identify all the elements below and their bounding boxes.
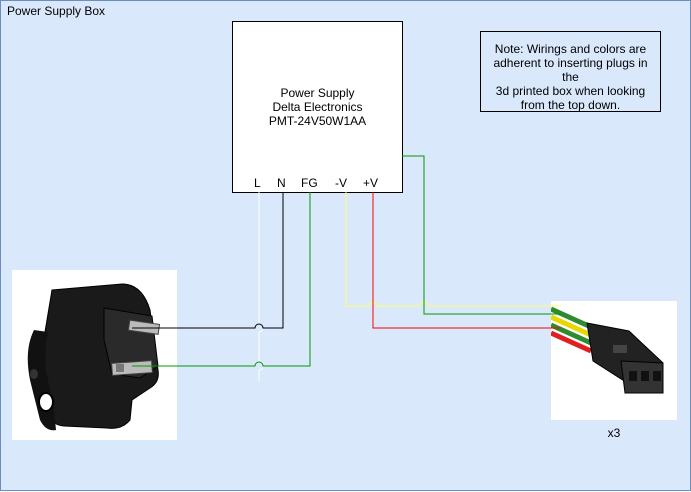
power-supply-line-3: PMT-24V50W1AA <box>268 114 367 128</box>
note-line-3: 3d printed box when looking <box>495 84 646 98</box>
note-line-1: Note: Wirings and colors are <box>494 42 647 56</box>
wire-positive <box>372 192 561 329</box>
note-line-2: adherent to inserting plugs in the <box>493 56 648 84</box>
note-box: Note: Wirings and colors are adherent to… <box>480 31 661 112</box>
pin-fg: FG <box>301 176 318 190</box>
ac-inlet-image <box>12 270 177 440</box>
pin-plus-v: +V <box>363 176 379 190</box>
pin-n: N <box>277 176 286 190</box>
frame-title: Power Supply Box <box>7 4 106 18</box>
note-line-4: from the top down. <box>520 98 621 112</box>
jst-connector-image <box>551 301 677 420</box>
diagram-canvas: Power Supply Box Power Supply Delta Elec… <box>0 0 691 491</box>
wire-live <box>258 192 264 381</box>
power-supply-box: Power Supply Delta Electronics PMT-24V50… <box>232 21 403 193</box>
pin-l: L <box>254 176 261 190</box>
connector-quantity: x3 <box>607 426 621 440</box>
pin-minus-v: -V <box>335 176 347 190</box>
wire-negative <box>345 192 561 307</box>
power-supply-label: Power Supply Delta Electronics PMT-24V50… <box>233 86 402 128</box>
power-supply-line-1: Power Supply <box>280 86 355 100</box>
note-text: Note: Wirings and colors are adherent to… <box>485 42 656 112</box>
power-supply-line-2: Delta Electronics <box>272 100 363 114</box>
wire-extra <box>402 155 561 315</box>
